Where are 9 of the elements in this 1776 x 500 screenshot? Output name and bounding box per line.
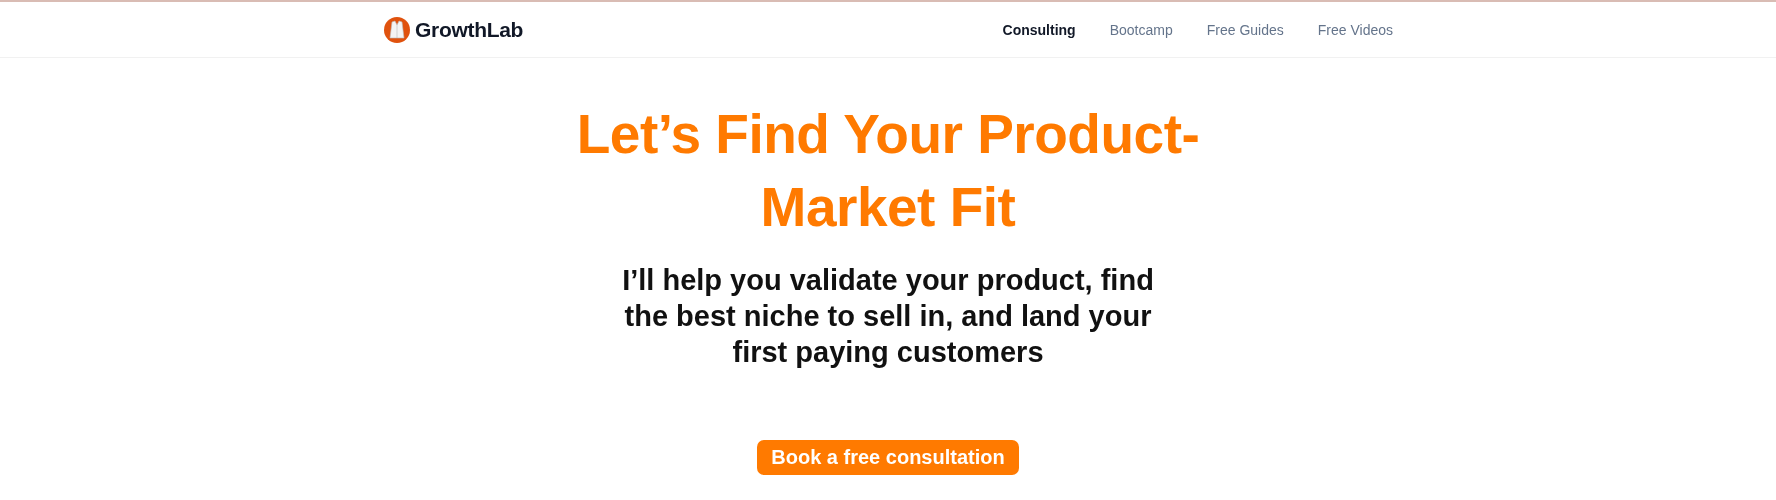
nav-link[interactable]: Free Videos xyxy=(1317,21,1393,38)
nav-link[interactable]: Consulting xyxy=(1002,21,1076,38)
nav-link[interactable]: Free Guides xyxy=(1206,21,1284,38)
consultation-button[interactable]: Book a free consultation xyxy=(757,440,1019,475)
lab-coat-icon xyxy=(383,15,411,44)
hero-subtitle: I’ll help you validate your product, find the best niche to sell in, and land your first paying customers xyxy=(621,263,1155,370)
hero-title: Let’s Find Your Product-Market Fit xyxy=(575,102,1201,240)
brand-logo[interactable]: GrowthLab xyxy=(415,17,524,42)
nav-link[interactable]: Bootcamp xyxy=(1109,21,1173,38)
